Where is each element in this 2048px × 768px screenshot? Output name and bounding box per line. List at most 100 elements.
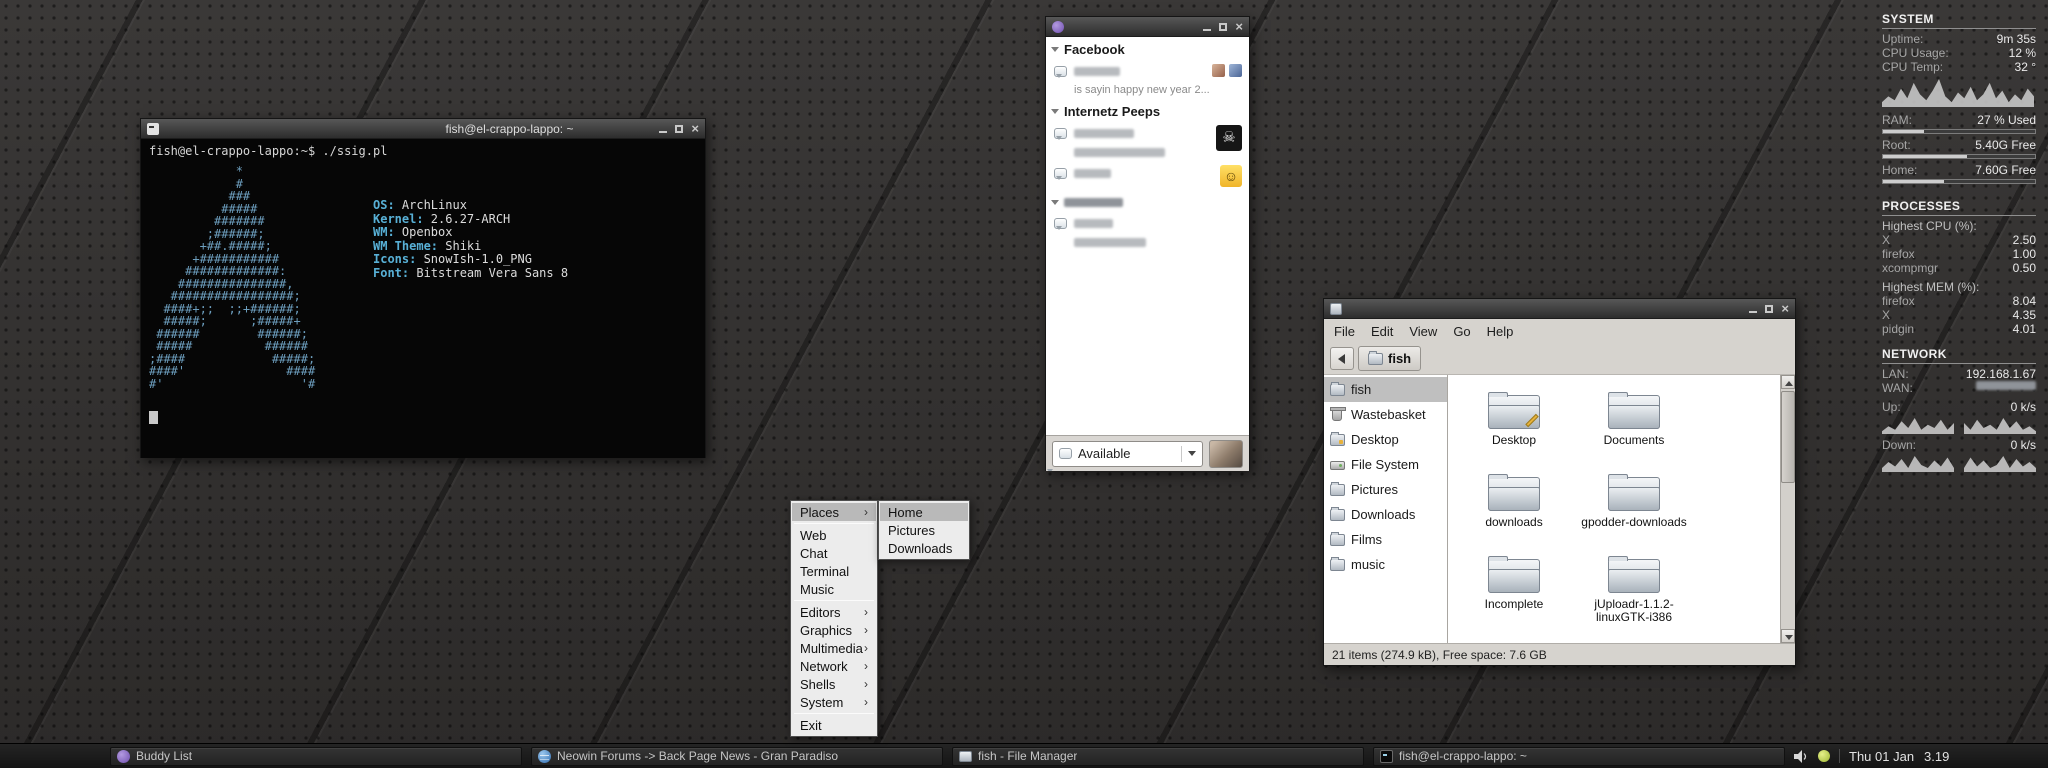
menu-item-multimedia[interactable]: Multimedia› — [792, 639, 876, 657]
maximize-icon[interactable] — [675, 125, 683, 133]
minimize-icon[interactable] — [1203, 29, 1211, 31]
menu-view[interactable]: View — [1401, 321, 1445, 342]
own-buddy-icon[interactable] — [1209, 440, 1243, 468]
conky-value: 8.04 — [2013, 294, 2036, 308]
back-button[interactable] — [1330, 347, 1354, 370]
conky-row: Down:0 k/s — [1882, 438, 2036, 452]
redacted-buddy-name — [1074, 67, 1120, 76]
conky-row: Home:7.60G Free — [1882, 163, 2036, 177]
menu-item-web[interactable]: Web — [792, 526, 876, 544]
scrollbar[interactable] — [1780, 375, 1795, 643]
menu-item-graphics[interactable]: Graphics› — [792, 621, 876, 639]
clock-date: Thu 01 Jan — [1849, 749, 1914, 764]
taskbar-button-fish-file-manager[interactable]: fish - File Manager — [952, 747, 1364, 766]
buddy-row[interactable]: ☺ — [1046, 161, 1249, 191]
taskbar-button-neowin-forums-back-page-news-gran-paradiso[interactable]: Neowin Forums -> Back Page News - Gran P… — [531, 747, 943, 766]
buddy-row[interactable]: is sayin happy new year 2... — [1046, 59, 1249, 99]
conky-label: CPU Temp: — [1882, 60, 1943, 74]
redacted-group-label — [1064, 198, 1123, 207]
usage-bar-fill — [1883, 130, 1924, 133]
scroll-down-icon[interactable] — [1781, 629, 1795, 643]
menu-file[interactable]: File — [1326, 321, 1363, 342]
redacted-group[interactable] — [1046, 191, 1249, 211]
pidgin-tray-icon[interactable] — [1818, 750, 1830, 762]
task-button-area: Buddy List Neowin Forums -> Back Page New… — [110, 747, 1794, 766]
menu-separator — [794, 523, 874, 524]
maximize-icon[interactable] — [1219, 23, 1227, 31]
sidebar-item-fish[interactable]: fish — [1324, 377, 1447, 402]
conky-row: Uptime:9m 35s — [1882, 32, 2036, 46]
buddy-list-titlebar[interactable]: × — [1046, 17, 1249, 37]
group-label: Internetz Peeps — [1064, 104, 1160, 119]
file-item-downloads[interactable]: downloads — [1454, 473, 1574, 555]
submenu-item-pictures[interactable]: Pictures — [880, 521, 968, 539]
path-tab[interactable]: fish — [1358, 346, 1421, 371]
menu-item-system[interactable]: System› — [792, 693, 876, 711]
menu-item-shells[interactable]: Shells› — [792, 675, 876, 693]
minimize-icon[interactable] — [659, 131, 667, 133]
menu-help[interactable]: Help — [1479, 321, 1522, 342]
close-icon[interactable]: × — [1235, 20, 1243, 33]
conky-row: firefox1.00 — [1882, 247, 2036, 261]
taskbar-button-fish-el-crappo-lappo[interactable]: fish@el-crappo-lappo: ~ — [1373, 747, 1785, 766]
available-status-icon — [1059, 448, 1072, 459]
expander-icon[interactable] — [1051, 47, 1059, 56]
conky-row: pidgin4.01 — [1882, 322, 2036, 336]
sidebar-item-file-system[interactable]: File System — [1324, 452, 1447, 477]
menu-go[interactable]: Go — [1445, 321, 1478, 342]
conky-label: CPU Usage: — [1882, 46, 1949, 60]
trash-icon — [1332, 409, 1342, 421]
submenu-item-downloads[interactable]: Downloads — [880, 539, 968, 557]
menu-item-exit[interactable]: Exit — [792, 716, 876, 734]
group-internetz-peeps[interactable]: Internetz Peeps — [1046, 99, 1249, 121]
terminal-icon — [1380, 750, 1393, 763]
buddy-row[interactable] — [1046, 211, 1249, 251]
sidebar-item-pictures[interactable]: Pictures — [1324, 477, 1447, 502]
conky-label: Uptime: — [1882, 32, 1923, 46]
minimize-icon[interactable] — [1749, 311, 1757, 313]
menu-edit[interactable]: Edit — [1363, 321, 1401, 342]
file-item-juploadr-1-1-2-linuxgtk-i386[interactable]: jUploadr-1.1.2-linuxGTK-i386 — [1574, 555, 1694, 637]
menu-item-music[interactable]: Music — [792, 580, 876, 598]
close-icon[interactable]: × — [1781, 302, 1789, 315]
buddy-avatar — [1212, 64, 1225, 77]
file-item-desktop[interactable]: Desktop — [1454, 391, 1574, 473]
taskbar-button-buddy-list[interactable]: Buddy List — [110, 747, 522, 766]
sidebar-item-desktop[interactable]: Desktop — [1324, 427, 1447, 452]
group-facebook[interactable]: Facebook — [1046, 37, 1249, 59]
scrollbar-thumb[interactable] — [1781, 391, 1795, 483]
terminal-title: fish@el-crappo-lappo: ~ — [446, 122, 574, 136]
sidebar-item-films[interactable]: Films — [1324, 527, 1447, 552]
menu-item-places[interactable]: Places› — [792, 503, 876, 521]
volume-icon[interactable] — [1794, 750, 1809, 763]
maximize-icon[interactable] — [1765, 305, 1773, 313]
menu-item-editors[interactable]: Editors› — [792, 603, 876, 621]
upload-graphs — [1882, 416, 2036, 434]
sidebar-item-downloads[interactable]: Downloads — [1324, 502, 1447, 527]
file-item-documents[interactable]: Documents — [1574, 391, 1694, 473]
menu-item-network[interactable]: Network› — [792, 657, 876, 675]
submenu-arrow-icon: › — [864, 623, 868, 637]
buddy-row[interactable]: ☠ — [1046, 121, 1249, 161]
sidebar-item-wastebasket[interactable]: Wastebasket — [1324, 402, 1447, 427]
file-manager-titlebar[interactable]: × — [1324, 299, 1795, 319]
expander-icon[interactable] — [1051, 200, 1059, 209]
conky-section-header: NETWORK — [1882, 347, 2036, 361]
conky-value: 4.35 — [2013, 308, 2036, 322]
submenu-item-home[interactable]: Home — [880, 503, 968, 521]
status-selector[interactable]: Available — [1052, 441, 1203, 467]
sidebar-item-music[interactable]: music — [1324, 552, 1447, 577]
conky-row: firefox8.04 — [1882, 294, 2036, 308]
expander-icon[interactable] — [1051, 109, 1059, 118]
status-bubble-icon — [1054, 128, 1067, 139]
close-icon[interactable]: × — [691, 122, 699, 135]
terminal-output[interactable]: fish@el-crappo-lappo:~$ ./ssig.pl * # ##… — [141, 139, 705, 458]
terminal-prompt-line: fish@el-crappo-lappo:~$ ./ssig.pl — [149, 144, 387, 158]
scroll-up-icon[interactable] — [1781, 375, 1795, 389]
file-item-gpodder-downloads[interactable]: gpodder-downloads — [1574, 473, 1694, 555]
file-item-incomplete[interactable]: Incomplete — [1454, 555, 1574, 637]
menu-item-terminal[interactable]: Terminal — [792, 562, 876, 580]
menu-item-chat[interactable]: Chat — [792, 544, 876, 562]
terminal-titlebar[interactable]: fish@el-crappo-lappo: ~ × — [141, 119, 705, 139]
conky-label: LAN: — [1882, 367, 1909, 381]
